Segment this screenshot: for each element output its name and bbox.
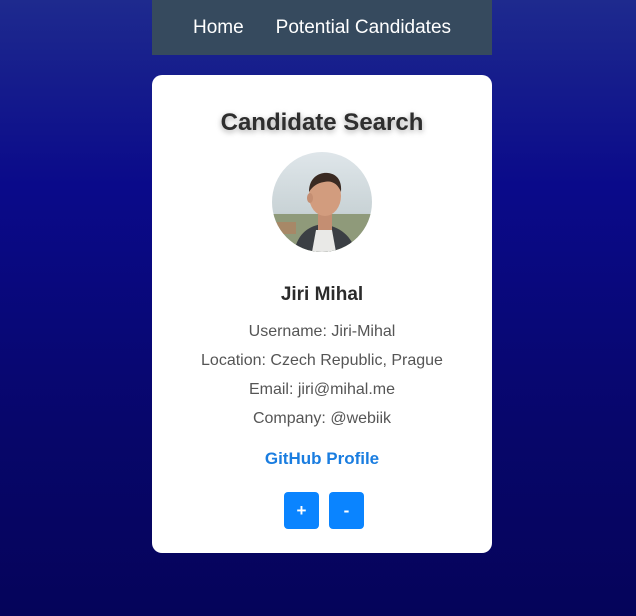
top-nav: Home Potential Candidates bbox=[152, 0, 492, 55]
github-profile-link[interactable]: GitHub Profile bbox=[152, 449, 492, 469]
candidate-email: Email: jiri@mihal.me bbox=[248, 381, 396, 398]
candidate-name: Jiri Mihal bbox=[280, 284, 364, 305]
candidate-company: Company: @webiik bbox=[252, 410, 392, 427]
candidate-card: Candidate Search Jiri Mihal Username: Ji… bbox=[152, 75, 492, 553]
avatar bbox=[272, 152, 372, 252]
page-title: Candidate Search bbox=[220, 109, 424, 136]
candidate-location: Location: Czech Republic, Prague bbox=[201, 352, 443, 369]
nav-potential-candidates-link[interactable]: Potential Candidates bbox=[276, 17, 451, 39]
nav-home-link[interactable]: Home bbox=[193, 17, 244, 39]
add-candidate-button[interactable]: + bbox=[284, 492, 319, 529]
candidate-username: Username: Jiri-Mihal bbox=[248, 323, 396, 340]
avatar-photo bbox=[272, 152, 372, 252]
skip-candidate-button[interactable]: - bbox=[329, 492, 364, 529]
